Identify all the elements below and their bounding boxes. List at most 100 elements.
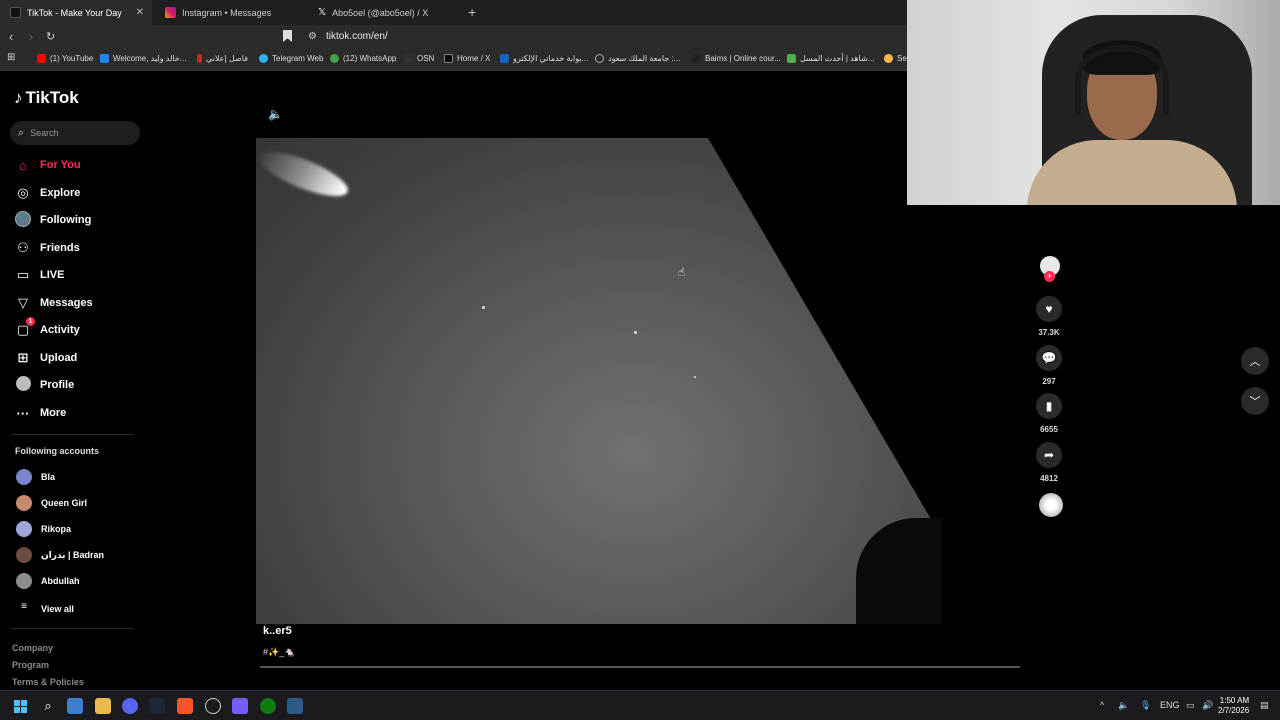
osn-icon — [404, 54, 413, 63]
nav-messages[interactable]: ▽ Messages — [14, 294, 93, 312]
home-icon: ⌂ — [19, 157, 27, 173]
microphone-tray-icon[interactable]: 🎙 — [1140, 700, 1151, 711]
tab-label: TikTok - Make Your Day — [27, 7, 122, 18]
site-icon — [884, 54, 893, 63]
steam-icon[interactable] — [149, 698, 165, 714]
tab-x[interactable]: 𝕏 Abo5oel (@abo5oel) / X — [308, 0, 463, 25]
bookmark-label: (1) YouTube — [50, 54, 94, 63]
app-icon[interactable] — [232, 698, 248, 714]
video-player[interactable] — [256, 138, 942, 624]
following-account[interactable]: Abdullah — [16, 573, 80, 589]
share-count: 4812 — [1040, 474, 1058, 483]
volume-tray-icon[interactable]: 🔊 — [1202, 700, 1213, 711]
logo-text: TikTok — [25, 88, 79, 107]
new-tab-button[interactable]: + — [468, 4, 476, 20]
bookmark-whatsapp[interactable]: (12) WhatsApp — [330, 54, 396, 63]
nav-for-you[interactable]: ⌂ For You — [14, 156, 80, 174]
nav-label: Profile — [40, 379, 75, 391]
bookmark-telegram[interactable]: Telegram Web — [259, 54, 323, 63]
video-username[interactable]: k..er5 — [263, 625, 292, 637]
divider — [12, 628, 134, 629]
site-icon — [100, 54, 109, 63]
steam-icon[interactable] — [287, 698, 303, 714]
taskbar-clock[interactable]: 1:50 AM 2/7/2026 — [1218, 696, 1249, 716]
tab-tiktok[interactable]: TikTok - Make Your Day ✕ — [0, 0, 152, 25]
app-icon[interactable] — [205, 698, 221, 714]
site-info-icon[interactable]: ⚙ — [308, 31, 317, 42]
view-all-link[interactable]: ≡ View all — [16, 601, 74, 617]
nav-label: Messages — [40, 297, 93, 309]
language-indicator[interactable]: ENG — [1160, 700, 1180, 710]
video-caption[interactable]: #✨_🐁 — [263, 647, 295, 658]
follow-plus-icon[interactable]: + — [1044, 271, 1055, 282]
windows-start-icon[interactable] — [12, 698, 28, 714]
bookmark-icon[interactable] — [283, 30, 292, 42]
forward-icon[interactable]: › — [29, 29, 33, 44]
bookmark-osn[interactable]: OSN — [404, 54, 434, 63]
nav-profile[interactable]: Profile — [14, 376, 74, 394]
footer-program[interactable]: Program — [12, 660, 49, 670]
bookmark-x-home[interactable]: Home / X — [444, 54, 490, 63]
comment-button[interactable]: 💬 — [1036, 345, 1062, 371]
bookmark-label: Se — [897, 54, 907, 63]
avatar — [16, 521, 32, 537]
following-account[interactable]: بدران | Badran — [16, 547, 104, 563]
footer-company[interactable]: Company — [12, 643, 53, 653]
previous-video-button[interactable]: ︿ — [1241, 347, 1269, 375]
volume-icon[interactable]: 🔈 — [268, 107, 283, 121]
bookmark-youtube[interactable]: (1) YouTube — [37, 54, 93, 63]
nav-live[interactable]: ▭ LIVE — [14, 266, 65, 284]
search-input[interactable]: ⌕ Search — [10, 121, 140, 145]
next-video-button[interactable]: ﹀ — [1241, 387, 1269, 415]
tray-overflow-icon[interactable]: ^ — [1100, 700, 1104, 710]
speaker-tray-icon[interactable]: 🔈 — [1118, 700, 1129, 711]
video-progress-bar[interactable] — [260, 666, 1020, 668]
bookmark-ksu[interactable]: جامعة الملك سعود :... — [595, 54, 680, 63]
back-icon[interactable]: ‹ — [9, 29, 13, 44]
following-account[interactable]: Rikopa — [16, 521, 71, 537]
nav-label: Upload — [40, 352, 78, 364]
bookmark-ad-break[interactable]: فاصل إعلاني — [197, 54, 248, 63]
tab-instagram[interactable]: Instagram • Messages — [155, 0, 305, 25]
nav-activity[interactable]: ▢ 1 Activity — [14, 317, 80, 339]
nav-upload[interactable]: ⊞ Upload — [14, 349, 78, 367]
bookmark-shahid[interactable]: شاهد | أحدث المسل... — [787, 54, 874, 63]
music-disc-icon[interactable] — [1039, 493, 1063, 517]
network-tray-icon[interactable]: ▭ — [1186, 700, 1195, 711]
close-tab-icon[interactable]: ✕ — [136, 7, 144, 18]
nav-friends[interactable]: ⚇ Friends — [14, 239, 80, 257]
bookmark-label: بوابة خدماتي الإلكترو... — [513, 54, 589, 63]
bookmark-label: Home / X — [457, 54, 491, 63]
bookmark-services[interactable]: بوابة خدماتي الإلكترو... — [500, 54, 588, 63]
like-button[interactable]: ♥ — [1036, 296, 1062, 322]
view-all-label: View all — [41, 604, 74, 614]
tiktok-logo[interactable]: ♪ TikTok — [14, 88, 79, 108]
brave-browser-icon[interactable] — [177, 698, 193, 714]
search-icon: ⌕ — [18, 126, 25, 139]
nav-more[interactable]: ··· More — [14, 404, 67, 422]
xbox-icon[interactable] — [260, 698, 276, 714]
nav-explore[interactable]: ◎ Explore — [14, 184, 80, 202]
save-button[interactable]: ▮ — [1036, 393, 1062, 419]
bookmark-label: فاصل إعلاني — [206, 54, 248, 63]
photos-icon[interactable] — [67, 698, 83, 714]
footer-terms[interactable]: Terms & Policies — [12, 677, 84, 687]
share-button[interactable]: ➦ — [1036, 442, 1062, 468]
following-account[interactable]: Bla — [16, 469, 55, 485]
live-icon: ▭ — [16, 267, 30, 282]
search-icon[interactable]: ⌕ — [40, 698, 56, 714]
reload-icon[interactable]: ↻ — [46, 30, 55, 43]
bookmark-icon: ▮ — [1045, 399, 1053, 413]
notification-icon[interactable]: ▤ — [1260, 700, 1269, 711]
tiktok-note-icon: ♪ — [14, 88, 23, 107]
bookmark-baims[interactable]: Baims | Online cour... — [692, 54, 781, 63]
apps-grid-icon[interactable]: ⊞ — [7, 52, 15, 63]
file-explorer-icon[interactable] — [95, 698, 111, 714]
bookmark-welcome[interactable]: Welcome, خالد وليد... — [100, 54, 186, 63]
following-account[interactable]: Queen Girl — [16, 495, 87, 511]
discord-icon[interactable] — [122, 698, 138, 714]
nav-label: Friends — [40, 242, 80, 254]
nav-following[interactable]: Following — [14, 210, 91, 229]
bookmark-se[interactable]: Se — [884, 54, 907, 63]
url-input[interactable]: tiktok.com/en/ — [326, 31, 388, 42]
